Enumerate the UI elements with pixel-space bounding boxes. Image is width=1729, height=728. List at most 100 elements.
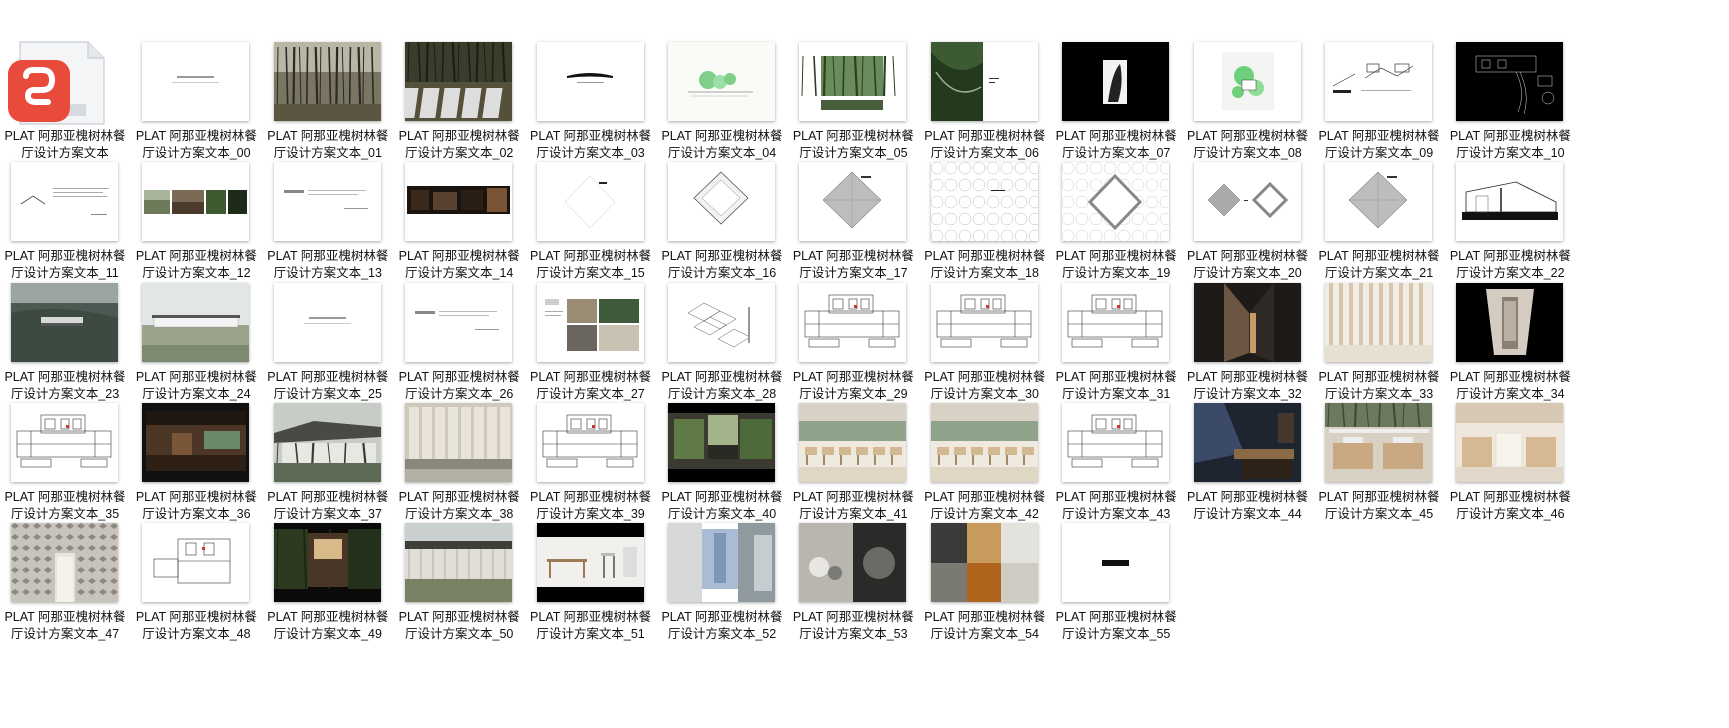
file-thumbnail[interactable]	[405, 523, 513, 603]
file-item[interactable]: PLAT 阿那亚槐树林餐厅设计方案文本_22	[1445, 162, 1575, 292]
file-item[interactable]: PLAT 阿那亚槐树林餐厅设计方案文本_30	[920, 282, 1050, 413]
file-item[interactable]: PLAT 阿那亚槐树林餐厅设计方案文本_28	[657, 282, 787, 413]
file-item[interactable]: PLAT 阿那亚槐树林餐厅设计方案文本_37	[263, 402, 393, 533]
file-item[interactable]: PLAT 阿那亚槐树林餐厅设计方案文本_15	[526, 162, 656, 292]
file-thumbnail[interactable]	[11, 282, 118, 362]
file-item[interactable]: PLAT 阿那亚槐树林餐厅设计方案文本	[0, 41, 130, 172]
file-thumbnail[interactable]	[799, 162, 907, 242]
file-thumbnail[interactable]	[536, 42, 644, 121]
file-item[interactable]: PLAT 阿那亚槐树林餐厅设计方案文本_18	[920, 162, 1050, 292]
file-thumbnail[interactable]	[273, 523, 381, 603]
file-thumbnail[interactable]	[930, 402, 1038, 482]
file-item[interactable]: PLAT 阿那亚槐树林餐厅设计方案文本_51	[526, 523, 656, 653]
file-item[interactable]: PLAT 阿那亚槐树林餐厅设计方案文本_35	[0, 402, 130, 533]
file-item[interactable]: PLAT 阿那亚槐树林餐厅设计方案文本_11	[0, 162, 130, 292]
file-item[interactable]: PLAT 阿那亚槐树林餐厅设计方案文本_19	[1051, 162, 1181, 292]
file-item[interactable]: PLAT 阿那亚槐树林餐厅设计方案文本_03	[526, 42, 656, 172]
file-item[interactable]: PLAT 阿那亚槐树林餐厅设计方案文本_36	[131, 402, 261, 533]
file-thumbnail[interactable]	[1325, 282, 1432, 362]
file-item[interactable]: PLAT 阿那亚槐树林餐厅设计方案文本_24	[131, 282, 261, 413]
file-item[interactable]: PLAT 阿那亚槐树林餐厅设计方案文本_08	[1183, 42, 1313, 172]
file-item[interactable]: PLAT 阿那亚槐树林餐厅设计方案文本_53	[788, 523, 918, 653]
file-item[interactable]: PLAT 阿那亚槐树林餐厅设计方案文本_38	[394, 402, 524, 533]
file-thumbnail[interactable]	[11, 162, 118, 242]
file-thumbnail[interactable]	[142, 523, 250, 603]
file-item[interactable]: PLAT 阿那亚槐树林餐厅设计方案文本_14	[394, 162, 524, 292]
file-thumbnail[interactable]	[1193, 162, 1301, 242]
file-thumbnail[interactable]	[405, 42, 513, 121]
file-thumbnail[interactable]	[930, 42, 1038, 121]
file-thumbnail[interactable]	[11, 523, 118, 603]
file-thumbnail[interactable]	[1062, 162, 1170, 242]
file-thumbnail[interactable]	[930, 282, 1038, 362]
file-item[interactable]: PLAT 阿那亚槐树林餐厅设计方案文本_55	[1051, 523, 1181, 653]
file-item[interactable]: PLAT 阿那亚槐树林餐厅设计方案文本_44	[1183, 402, 1313, 533]
file-item[interactable]: PLAT 阿那亚槐树林餐厅设计方案文本_43	[1051, 402, 1181, 533]
file-thumbnail[interactable]	[142, 162, 250, 242]
file-thumbnail[interactable]	[668, 282, 775, 362]
file-thumbnail[interactable]	[1062, 282, 1170, 362]
file-thumbnail[interactable]	[273, 402, 381, 482]
file-item[interactable]: PLAT 阿那亚槐树林餐厅设计方案文本_48	[131, 523, 261, 653]
file-thumbnail[interactable]	[1325, 162, 1432, 242]
file-item[interactable]: PLAT 阿那亚槐树林餐厅设计方案文本_20	[1183, 162, 1313, 292]
file-thumbnail[interactable]	[1456, 402, 1564, 482]
file-item[interactable]: PLAT 阿那亚槐树林餐厅设计方案文本_34	[1445, 282, 1575, 413]
file-thumbnail[interactable]	[930, 162, 1038, 242]
file-item[interactable]: PLAT 阿那亚槐树林餐厅设计方案文本_04	[657, 42, 787, 172]
file-thumbnail[interactable]	[930, 523, 1038, 603]
file-item[interactable]: PLAT 阿那亚槐树林餐厅设计方案文本_52	[657, 523, 787, 653]
file-item[interactable]: PLAT 阿那亚槐树林餐厅设计方案文本_54	[920, 523, 1050, 653]
file-thumbnail[interactable]	[668, 523, 775, 603]
file-item[interactable]: PLAT 阿那亚槐树林餐厅设计方案文本_06	[920, 42, 1050, 172]
file-thumbnail[interactable]	[668, 162, 775, 242]
file-item[interactable]: PLAT 阿那亚槐树林餐厅设计方案文本_39	[526, 402, 656, 533]
file-item[interactable]: PLAT 阿那亚槐树林餐厅设计方案文本_32	[1183, 282, 1313, 413]
file-item[interactable]: PLAT 阿那亚槐树林餐厅设计方案文本_33	[1314, 282, 1444, 413]
file-item[interactable]: PLAT 阿那亚槐树林餐厅设计方案文本_27	[526, 282, 656, 413]
file-item[interactable]: PLAT 阿那亚槐树林餐厅设计方案文本_00	[131, 42, 261, 172]
file-item[interactable]: PLAT 阿那亚槐树林餐厅设计方案文本_50	[394, 523, 524, 653]
file-thumbnail[interactable]	[536, 523, 644, 603]
file-thumbnail[interactable]	[668, 402, 775, 482]
file-item[interactable]: PLAT 阿那亚槐树林餐厅设计方案文本_47	[0, 523, 130, 653]
file-item[interactable]: PLAT 阿那亚槐树林餐厅设计方案文本_12	[131, 162, 261, 292]
file-thumbnail[interactable]	[1193, 402, 1301, 482]
file-thumbnail[interactable]	[142, 402, 250, 482]
file-thumbnail[interactable]	[142, 42, 250, 121]
file-thumbnail[interactable]	[273, 162, 381, 242]
file-item[interactable]: PLAT 阿那亚槐树林餐厅设计方案文本_05	[788, 42, 918, 172]
file-item[interactable]: PLAT 阿那亚槐树林餐厅设计方案文本_40	[657, 402, 787, 533]
file-thumbnail[interactable]	[273, 42, 381, 121]
file-item[interactable]: PLAT 阿那亚槐树林餐厅设计方案文本_31	[1051, 282, 1181, 413]
file-item[interactable]: PLAT 阿那亚槐树林餐厅设计方案文本_10	[1445, 42, 1575, 172]
file-thumbnail[interactable]	[1062, 402, 1170, 482]
file-item[interactable]: PLAT 阿那亚槐树林餐厅设计方案文本_07	[1051, 42, 1181, 172]
file-thumbnail[interactable]	[668, 42, 775, 121]
file-thumbnail[interactable]	[405, 282, 513, 362]
file-thumbnail[interactable]	[1193, 282, 1301, 362]
file-item[interactable]: PLAT 阿那亚槐树林餐厅设计方案文本_42	[920, 402, 1050, 533]
file-item[interactable]: PLAT 阿那亚槐树林餐厅设计方案文本_26	[394, 282, 524, 413]
file-thumbnail[interactable]	[142, 282, 250, 362]
file-item[interactable]: PLAT 阿那亚槐树林餐厅设计方案文本_23	[0, 282, 130, 413]
file-item[interactable]: PLAT 阿那亚槐树林餐厅设计方案文本_09	[1314, 42, 1444, 172]
file-item[interactable]: PLAT 阿那亚槐树林餐厅设计方案文本_01	[263, 42, 393, 172]
file-item[interactable]: PLAT 阿那亚槐树林餐厅设计方案文本_13	[263, 162, 393, 292]
file-item[interactable]: PLAT 阿那亚槐树林餐厅设计方案文本_49	[263, 523, 393, 653]
file-item[interactable]: PLAT 阿那亚槐树林餐厅设计方案文本_29	[788, 282, 918, 413]
file-item[interactable]: PLAT 阿那亚槐树林餐厅设计方案文本_46	[1445, 402, 1575, 533]
file-item[interactable]: PLAT 阿那亚槐树林餐厅设计方案文本_25	[263, 282, 393, 413]
file-item[interactable]: PLAT 阿那亚槐树林餐厅设计方案文本_16	[657, 162, 787, 292]
file-thumbnail[interactable]	[1456, 282, 1564, 362]
file-item[interactable]: PLAT 阿那亚槐树林餐厅设计方案文本_41	[788, 402, 918, 533]
file-thumbnail[interactable]	[1456, 162, 1564, 242]
file-item[interactable]: PLAT 阿那亚槐树林餐厅设计方案文本_02	[394, 42, 524, 172]
file-thumbnail[interactable]	[273, 282, 381, 362]
file-thumbnail[interactable]	[1456, 42, 1564, 121]
file-thumbnail[interactable]	[1325, 402, 1432, 482]
file-item[interactable]: PLAT 阿那亚槐树林餐厅设计方案文本_17	[788, 162, 918, 292]
file-item[interactable]: PLAT 阿那亚槐树林餐厅设计方案文本_45	[1314, 402, 1444, 533]
file-item[interactable]: PLAT 阿那亚槐树林餐厅设计方案文本_21	[1314, 162, 1444, 292]
file-thumbnail[interactable]	[405, 162, 513, 242]
